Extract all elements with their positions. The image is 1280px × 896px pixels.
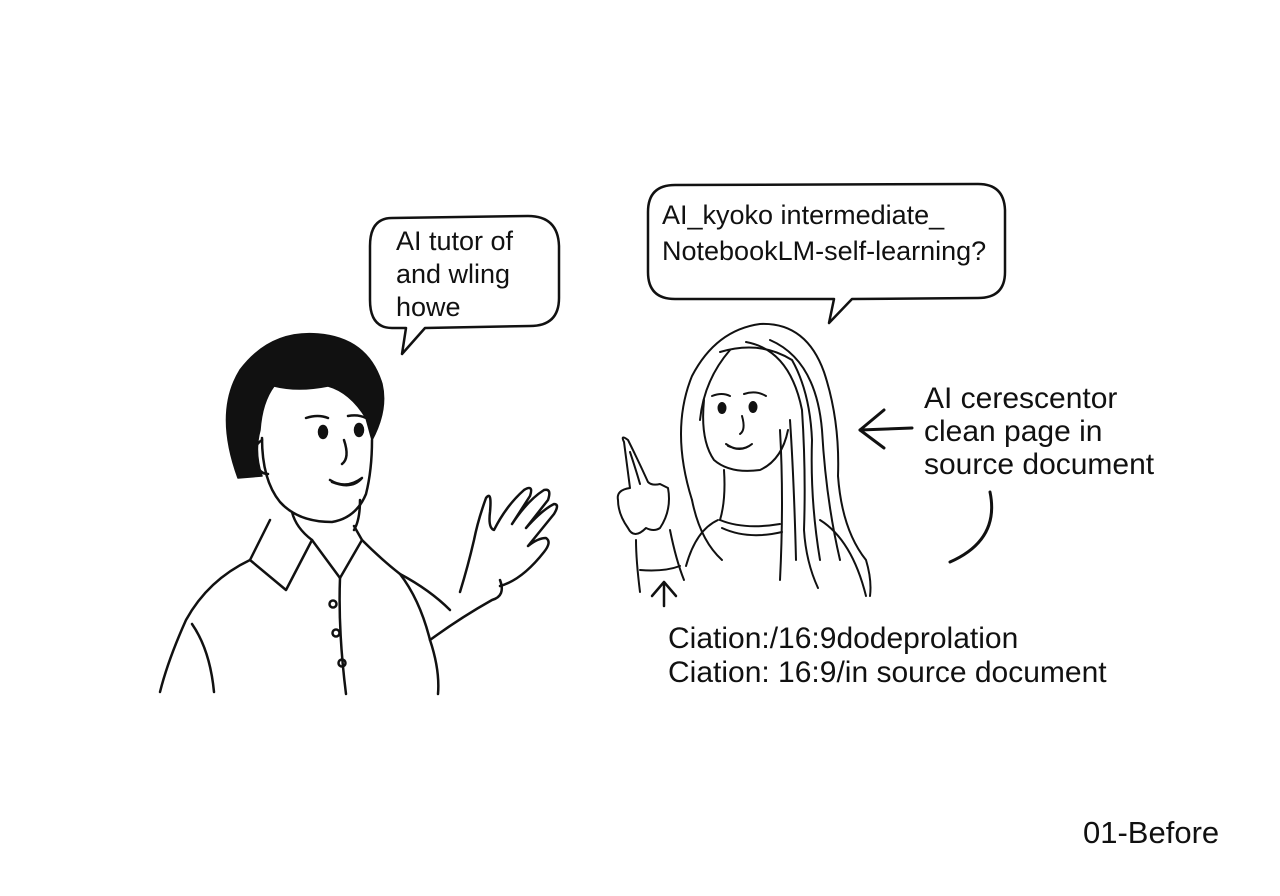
woman-hand (616, 436, 670, 535)
man-figure (158, 332, 559, 696)
man-shirt (158, 558, 252, 694)
citation-line: Ciation: 16:9/in source document (668, 656, 1107, 689)
annotation-line: source document (924, 448, 1155, 481)
woman-hair (680, 322, 872, 597)
citation-text: Ciation:/16:9dodeprolation Ciation: 16:9… (668, 624, 1107, 692)
figure-caption: 01-Before (1083, 815, 1220, 850)
left-bubble-line: AI tutor of (396, 226, 514, 256)
woman-face (702, 399, 789, 472)
right-bubble-text: AI_kyoko intermediate_ NotebookLM-self-l… (662, 202, 986, 274)
right-bubble-line: AI_kyoko intermediate_ (662, 200, 945, 230)
left-bubble-line: howe (396, 292, 461, 322)
up-arrow-icon (650, 580, 678, 608)
man-hair (225, 332, 385, 479)
man-hand (458, 486, 559, 594)
annotation-line: AI cerescentor (924, 382, 1118, 415)
annotation-line: clean page in (924, 415, 1103, 448)
woman-figure (616, 322, 872, 597)
left-bubble-line: and wling (396, 259, 511, 289)
right-bubble-line: NotebookLM-self-learning? (662, 236, 987, 266)
citation-line: Ciation:/16:9dodeprolation (668, 622, 1019, 655)
curved-connector (948, 490, 994, 564)
man-collar (248, 518, 364, 592)
left-bubble-text: AI tutor of and wling howe (396, 228, 513, 327)
annotation-text: AI cerescentor clean page in source docu… (924, 384, 1154, 483)
man-face (260, 436, 374, 524)
left-arrow-icon (858, 408, 914, 450)
